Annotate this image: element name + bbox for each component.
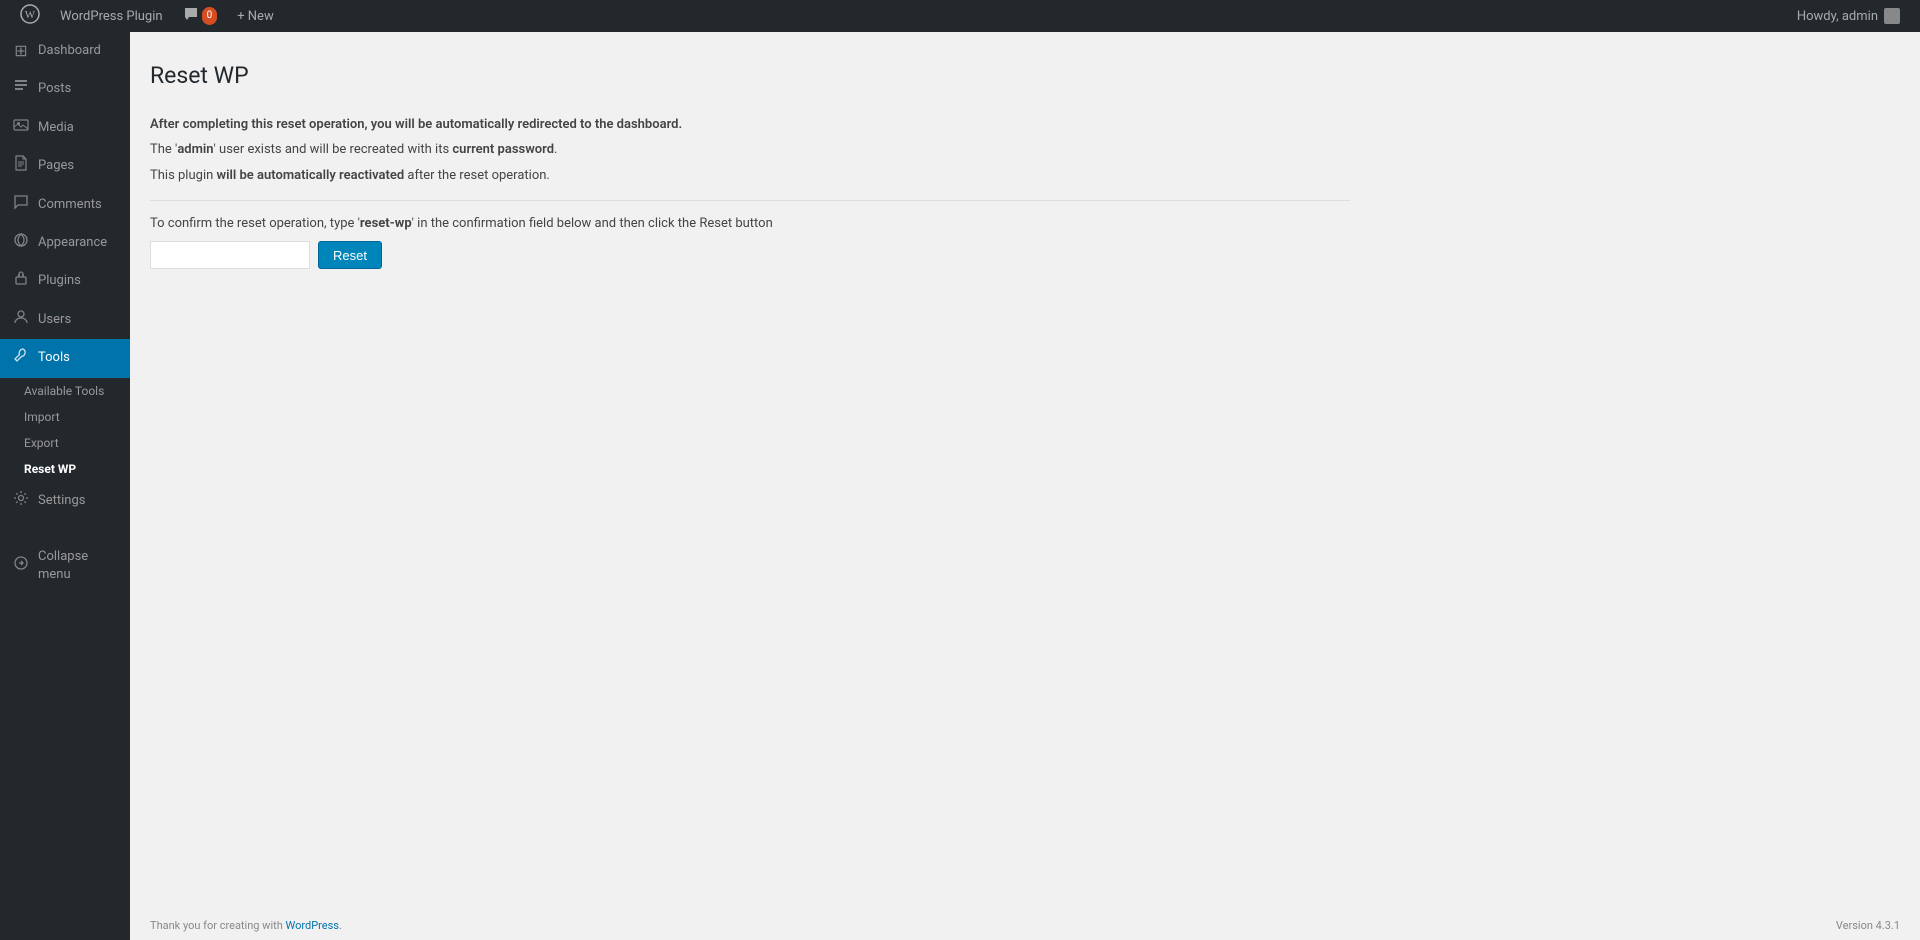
confirmation-input[interactable] — [150, 241, 310, 269]
sidebar-item-comments[interactable]: Comments — [0, 186, 130, 224]
notice3-end: after the reset operation. — [404, 168, 550, 183]
main-content: Reset WP After completing this reset ope… — [130, 32, 1920, 940]
submenu-import[interactable]: Import — [0, 404, 130, 430]
sidebar-label-tools: Tools — [38, 349, 70, 367]
sidebar-item-media[interactable]: Media — [0, 109, 130, 147]
sidebar-label-plugins: Plugins — [38, 272, 81, 290]
submenu-available-tools[interactable]: Available Tools — [0, 378, 130, 404]
sidebar-label-comments: Comments — [38, 196, 102, 214]
svg-text:W: W — [25, 9, 36, 21]
reset-button[interactable]: Reset — [318, 241, 382, 269]
notice2-before: The ' — [150, 142, 177, 157]
footer-credit: Thank you for creating with WordPress. — [150, 919, 342, 932]
sidebar-item-tools[interactable]: Tools — [0, 339, 130, 377]
comments-icon — [183, 6, 199, 26]
notice-redirect-text: After completing this reset operation, y… — [150, 117, 682, 132]
adminbar-wp-logo[interactable]: W — [10, 0, 50, 32]
collapse-icon — [12, 555, 30, 577]
sidebar-label-media: Media — [38, 119, 74, 137]
notice2-middle: ' user exists and will be recreated with… — [214, 142, 453, 157]
settings-icon — [12, 490, 30, 512]
submenu-export[interactable]: Export — [0, 430, 130, 456]
adminbar-new[interactable]: + New — [227, 0, 284, 32]
notice2-admin-bold: admin — [177, 142, 213, 157]
sidebar-item-users[interactable]: Users — [0, 301, 130, 339]
tools-arrow — [115, 354, 120, 362]
new-label: + New — [237, 9, 274, 24]
adminbar-howdy[interactable]: Howdy, admin — [1787, 8, 1910, 24]
users-icon — [12, 309, 30, 331]
posts-icon — [12, 78, 30, 100]
footer-wordpress-link[interactable]: WordPress — [286, 919, 339, 932]
sidebar-label-users: Users — [38, 311, 71, 329]
pages-icon — [12, 155, 30, 177]
appearance-icon — [12, 232, 30, 254]
sidebar-label-settings: Settings — [38, 492, 85, 510]
page-footer: Thank you for creating with WordPress. V… — [130, 911, 1920, 940]
sidebar-item-plugins[interactable]: Plugins — [0, 262, 130, 300]
sidebar-item-posts[interactable]: Posts — [0, 70, 130, 108]
admin-avatar — [1884, 8, 1900, 24]
collapse-menu[interactable]: Collapse menu — [0, 540, 130, 592]
dashboard-icon: ⊞ — [12, 40, 30, 62]
submenu-reset-wp[interactable]: Reset WP — [0, 456, 130, 482]
plugins-icon — [12, 270, 30, 292]
adminbar-comments[interactable]: 0 — [173, 0, 228, 32]
footer-thank-you: Thank you for creating with — [150, 919, 286, 932]
sidebar-item-pages[interactable]: Pages — [0, 147, 130, 185]
notice3-before: This plugin — [150, 168, 217, 183]
notice-redirect: After completing this reset operation, y… — [150, 115, 1350, 135]
admin-bar: W WordPress Plugin 0 + New Howdy, admin — [0, 0, 1920, 32]
sidebar-item-appearance[interactable]: Appearance — [0, 224, 130, 262]
collapse-label: Collapse menu — [38, 548, 120, 584]
sidebar-label-dashboard: Dashboard — [38, 42, 101, 60]
sidebar-item-settings[interactable]: Settings — [0, 482, 130, 520]
comments-nav-icon — [12, 194, 30, 216]
notice-admin-user: The 'admin' user exists and will be recr… — [150, 140, 1350, 160]
sidebar-label-posts: Posts — [38, 80, 71, 98]
howdy-text: Howdy, admin — [1797, 9, 1878, 24]
confirm-instructions: To confirm the reset operation, type 're… — [150, 216, 1350, 231]
notice3-bold: will be automatically reactivated — [217, 168, 405, 183]
notice2-password-bold: current password — [452, 142, 554, 157]
media-icon — [12, 117, 30, 139]
footer-version: Version 4.3.1 — [1836, 919, 1900, 932]
tools-icon — [12, 347, 30, 369]
sidebar-item-dashboard[interactable]: ⊞ Dashboard — [0, 32, 130, 70]
confirm-row: Reset — [150, 241, 1350, 269]
notice2-end: . — [554, 142, 557, 157]
divider — [150, 200, 1350, 201]
admin-sidebar: ⊞ Dashboard Posts Media Pages Comments — [0, 32, 130, 940]
sidebar-label-appearance: Appearance — [38, 234, 107, 252]
site-name-label: WordPress Plugin — [60, 9, 163, 24]
sidebar-label-pages: Pages — [38, 157, 74, 175]
page-title: Reset WP — [150, 52, 1350, 95]
notice-reactivated: This plugin will be automatically reacti… — [150, 166, 1350, 186]
adminbar-site-name[interactable]: WordPress Plugin — [50, 0, 173, 32]
comments-count: 0 — [202, 7, 218, 25]
wp-logo-icon: W — [20, 4, 40, 29]
